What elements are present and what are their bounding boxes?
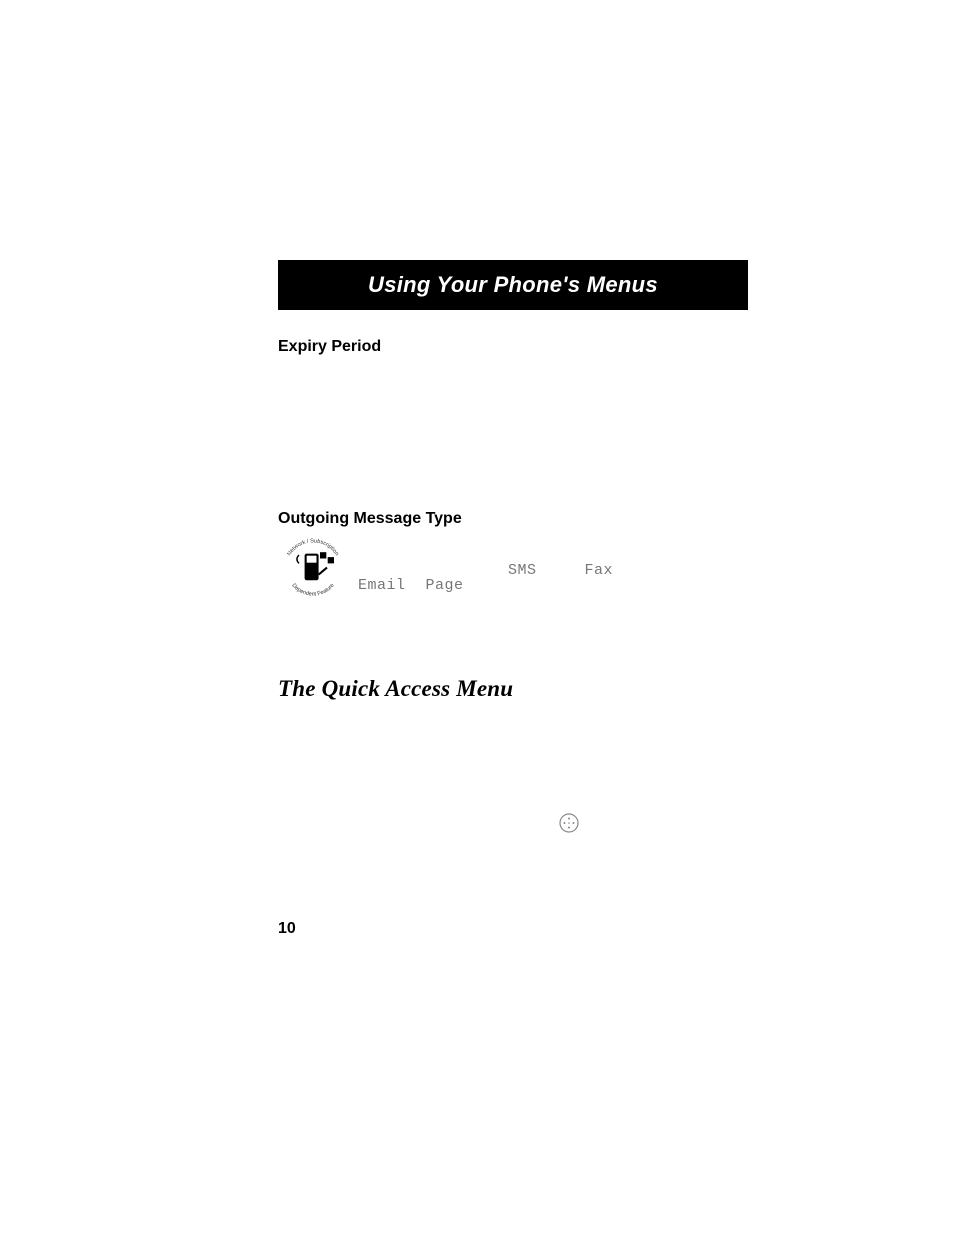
message-type-email: Email xyxy=(358,577,406,594)
message-type-sms: SMS xyxy=(508,562,537,579)
message-type-row-1: SMS Fax xyxy=(508,562,613,579)
message-type-labels-lower: Email Page xyxy=(358,577,464,594)
badge-bottom-text: Dependent Feature xyxy=(290,583,335,598)
phone-icon xyxy=(297,552,334,580)
message-type-page: Page xyxy=(426,577,464,594)
smart-button-icon xyxy=(558,812,580,839)
message-type-row-2: Network / Subscription Dependent Feature xyxy=(278,534,464,604)
page-number: 10 xyxy=(278,920,296,938)
outgoing-message-type-heading: Outgoing Message Type xyxy=(278,510,748,528)
chapter-title-bar: Using Your Phone's Menus xyxy=(278,260,748,310)
page-content: Using Your Phone's Menus Expiry Period O… xyxy=(278,260,748,862)
quick-access-menu-heading: The Quick Access Menu xyxy=(278,676,748,702)
message-type-fax: Fax xyxy=(585,562,614,579)
svg-text:Dependent Feature: Dependent Feature xyxy=(290,583,335,598)
phone-badge-icon: Network / Subscription Dependent Feature xyxy=(278,534,348,604)
network-dependent-feature-badge: Network / Subscription Dependent Feature xyxy=(278,534,348,604)
chapter-title-text: Using Your Phone's Menus xyxy=(368,272,658,297)
expiry-period-heading: Expiry Period xyxy=(278,338,748,356)
